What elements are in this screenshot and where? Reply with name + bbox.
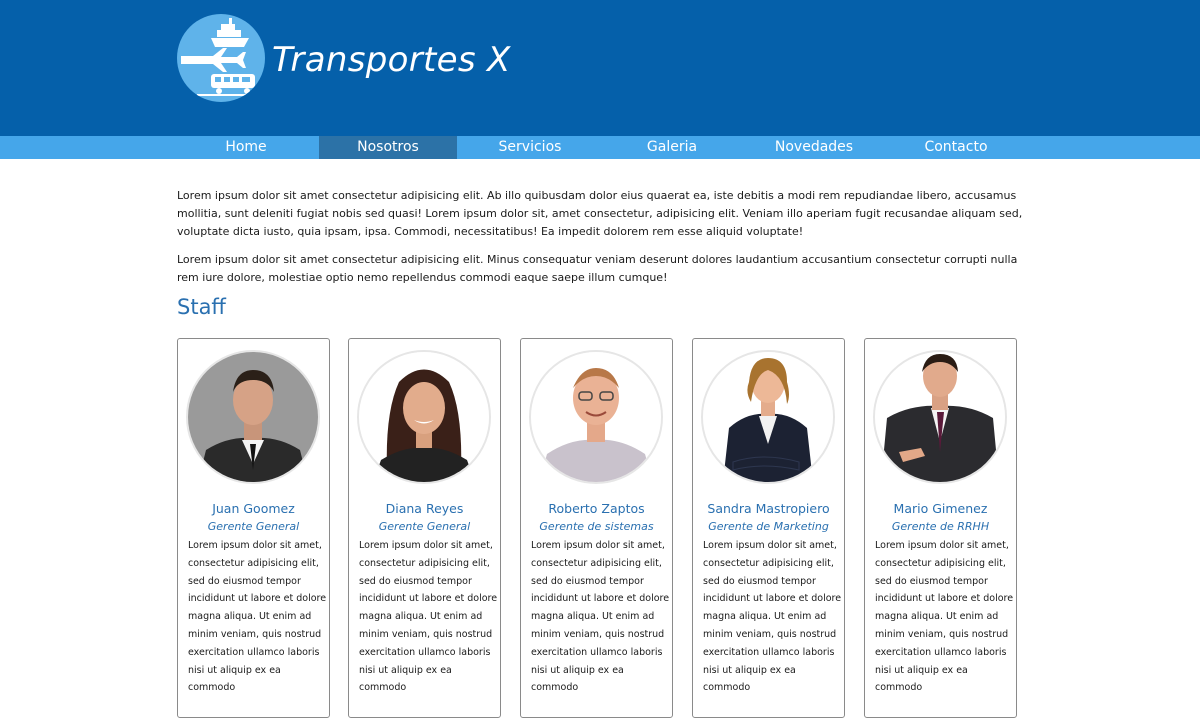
- staff-name: Diana Reyes: [385, 501, 464, 516]
- nav-item-novedades[interactable]: Novedades: [745, 136, 883, 159]
- intro-text: Lorem ipsum dolor sit amet consectetur a…: [177, 187, 1023, 297]
- staff-bio: Lorem ipsum dolor sit amet, consectetur …: [188, 540, 327, 694]
- staff-bio: Lorem ipsum dolor sit amet, consectetur …: [703, 540, 842, 694]
- staff-photo: [701, 350, 835, 484]
- intro-paragraph: Lorem ipsum dolor sit amet consectetur a…: [177, 189, 1023, 238]
- staff-bio: Lorem ipsum dolor sit amet, consectetur …: [531, 540, 670, 694]
- staff-role: Gerente de Marketing: [708, 520, 829, 533]
- nav-item-home[interactable]: Home: [177, 136, 315, 159]
- nav-item-servicios[interactable]: Servicios: [461, 136, 599, 159]
- main-nav: Home Nosotros Servicios Galeria Novedade…: [0, 136, 1200, 159]
- nav-item-nosotros[interactable]: Nosotros: [319, 136, 457, 159]
- staff-card: Sandra Mastropiero Gerente de Marketing …: [692, 338, 845, 718]
- site-header: Transportes X: [0, 0, 1200, 136]
- intro-paragraph: Lorem ipsum dolor sit amet consectetur a…: [177, 253, 1018, 284]
- staff-role: Gerente de sistemas: [539, 520, 654, 533]
- staff-photo: [873, 350, 1007, 484]
- staff-name: Roberto Zaptos: [548, 501, 645, 516]
- staff-card: Diana Reyes Gerente General Lorem ipsum …: [348, 338, 501, 718]
- staff-card: Mario Gimenez Gerente de RRHH Lorem ipsu…: [864, 338, 1017, 718]
- staff-photo: [529, 350, 663, 484]
- staff-heading: Staff: [177, 295, 226, 319]
- transport-logo-icon[interactable]: [177, 14, 265, 102]
- nav-item-contacto[interactable]: Contacto: [887, 136, 1025, 159]
- staff-role: Gerente de RRHH: [891, 520, 990, 533]
- staff-photo: [357, 350, 491, 484]
- site-title: Transportes X: [272, 40, 511, 80]
- staff-name: Mario Gimenez: [893, 501, 988, 516]
- staff-role: Gerente General: [207, 520, 300, 533]
- staff-role: Gerente General: [378, 520, 471, 533]
- nav-item-galeria[interactable]: Galeria: [603, 136, 741, 159]
- staff-bio: Lorem ipsum dolor sit amet, consectetur …: [875, 540, 1014, 694]
- staff-name: Juan Goomez: [212, 501, 295, 516]
- staff-bio: Lorem ipsum dolor sit amet, consectetur …: [359, 540, 498, 694]
- staff-name: Sandra Mastropiero: [707, 501, 830, 516]
- staff-card: Roberto Zaptos Gerente de sistemas Lorem…: [520, 338, 673, 718]
- staff-photo: [186, 350, 320, 484]
- staff-card: Juan Goomez Gerente General Lorem ipsum …: [177, 338, 330, 718]
